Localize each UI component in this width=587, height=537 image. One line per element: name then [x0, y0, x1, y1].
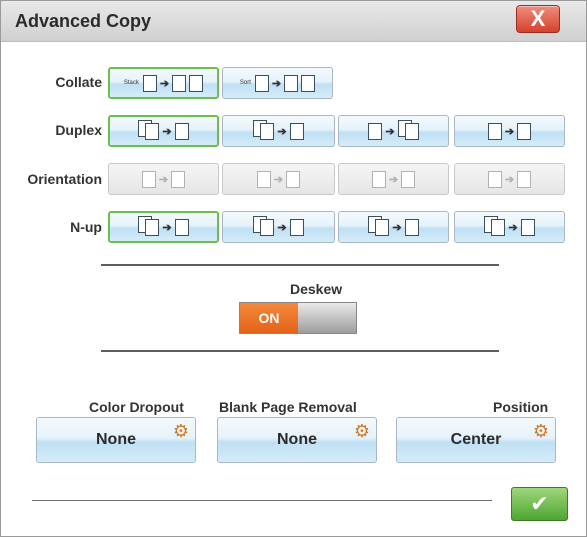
arrow-icon: ➔ — [273, 173, 284, 186]
page-icon — [174, 218, 189, 236]
page-icon — [171, 170, 186, 188]
page-icon — [256, 170, 271, 188]
duplex-option-3-button[interactable]: ➔ — [338, 115, 449, 147]
close-icon: X — [530, 6, 546, 31]
duplex-option-2-button[interactable]: ➔ — [222, 115, 335, 147]
arrow-icon: ➔ — [504, 125, 515, 138]
page-icon — [491, 218, 506, 236]
page-icon — [260, 122, 275, 140]
page-icon — [487, 170, 502, 188]
divider — [101, 264, 499, 266]
arrow-icon: ➔ — [271, 77, 282, 90]
nup-label: N-up — [70, 219, 102, 235]
gear-icon: ⚙ — [172, 421, 189, 441]
ok-button[interactable]: ✔ — [511, 487, 568, 521]
page-icon — [284, 74, 299, 92]
page-icon — [301, 74, 316, 92]
page-icon — [487, 122, 502, 140]
arrow-icon: ➔ — [159, 77, 170, 90]
page-icon — [520, 218, 535, 236]
color-dropout-button[interactable]: None ⚙ — [36, 417, 196, 463]
page-icon — [142, 74, 157, 92]
collate-stack-tag: Stack — [123, 80, 139, 86]
divider — [101, 350, 499, 352]
collate-sort-button[interactable]: Sort ➔ — [222, 67, 333, 99]
arrow-icon: ➔ — [162, 221, 172, 234]
orientation-option-1-button[interactable]: ➔ — [108, 163, 219, 195]
duplex-label: Duplex — [55, 122, 102, 138]
color-dropout-label: Color Dropout — [89, 399, 184, 415]
page-icon — [368, 122, 383, 140]
page-icon — [174, 122, 189, 140]
position-label: Position — [493, 399, 549, 415]
arrow-icon: ➔ — [504, 173, 515, 186]
page-icon — [517, 170, 532, 188]
gear-icon: ⚙ — [532, 421, 549, 441]
orientation-option-4-button[interactable]: ➔ — [454, 163, 565, 195]
page-icon — [260, 218, 275, 236]
deskew-toggle[interactable]: ON — [239, 302, 357, 334]
arrow-icon: ➔ — [385, 125, 395, 138]
page-icon — [172, 74, 187, 92]
orientation-option-3-button[interactable]: ➔ — [338, 163, 449, 195]
position-value: Center — [450, 431, 502, 448]
deskew-off-half — [298, 303, 356, 333]
gear-icon: ⚙ — [353, 421, 370, 441]
nup-option-1-button[interactable]: ➔ — [108, 211, 219, 243]
color-dropout-value: None — [96, 431, 136, 448]
blank-page-removal-button[interactable]: None ⚙ — [217, 417, 377, 463]
deskew-on-state: ON — [240, 303, 298, 333]
page-icon — [375, 218, 390, 236]
arrow-icon: ➔ — [392, 221, 402, 234]
duplex-option-4-button[interactable]: ➔ — [454, 115, 565, 147]
page-icon — [189, 74, 204, 92]
footer-divider — [32, 500, 492, 501]
arrow-icon: ➔ — [277, 221, 287, 234]
page-icon — [254, 74, 269, 92]
page-icon — [145, 122, 160, 140]
collate-stack-button[interactable]: Stack ➔ — [108, 67, 219, 99]
blank-page-removal-label: Blank Page Removal — [219, 399, 357, 415]
arrow-icon: ➔ — [508, 221, 518, 234]
duplex-option-1-button[interactable]: ➔ — [108, 115, 219, 147]
arrow-icon: ➔ — [162, 125, 172, 138]
dialog-title: Advanced Copy — [15, 11, 152, 31]
check-icon: ✔ — [530, 491, 549, 516]
orientation-option-2-button[interactable]: ➔ — [222, 163, 335, 195]
page-icon — [371, 170, 386, 188]
arrow-icon: ➔ — [277, 125, 287, 138]
page-icon — [141, 170, 156, 188]
page-icon — [517, 122, 532, 140]
page-icon — [145, 218, 160, 236]
page-icon — [289, 122, 304, 140]
orientation-label: Orientation — [27, 171, 102, 187]
nup-option-4-button[interactable]: ➔ — [454, 211, 565, 243]
deskew-label: Deskew — [290, 281, 343, 297]
page-icon — [401, 170, 416, 188]
nup-option-3-button[interactable]: ➔ — [338, 211, 449, 243]
collate-sort-tag: Sort — [239, 80, 251, 86]
page-icon — [404, 122, 419, 140]
title-bar: Advanced Copy X — [1, 1, 586, 42]
page-icon — [404, 218, 419, 236]
close-button[interactable]: X — [516, 5, 560, 33]
nup-option-2-button[interactable]: ➔ — [222, 211, 335, 243]
page-icon — [286, 170, 301, 188]
position-button[interactable]: Center ⚙ — [396, 417, 556, 463]
arrow-icon: ➔ — [158, 173, 169, 186]
page-icon — [289, 218, 304, 236]
blank-page-removal-value: None — [277, 431, 317, 448]
arrow-icon: ➔ — [388, 173, 399, 186]
collate-label: Collate — [55, 74, 102, 90]
